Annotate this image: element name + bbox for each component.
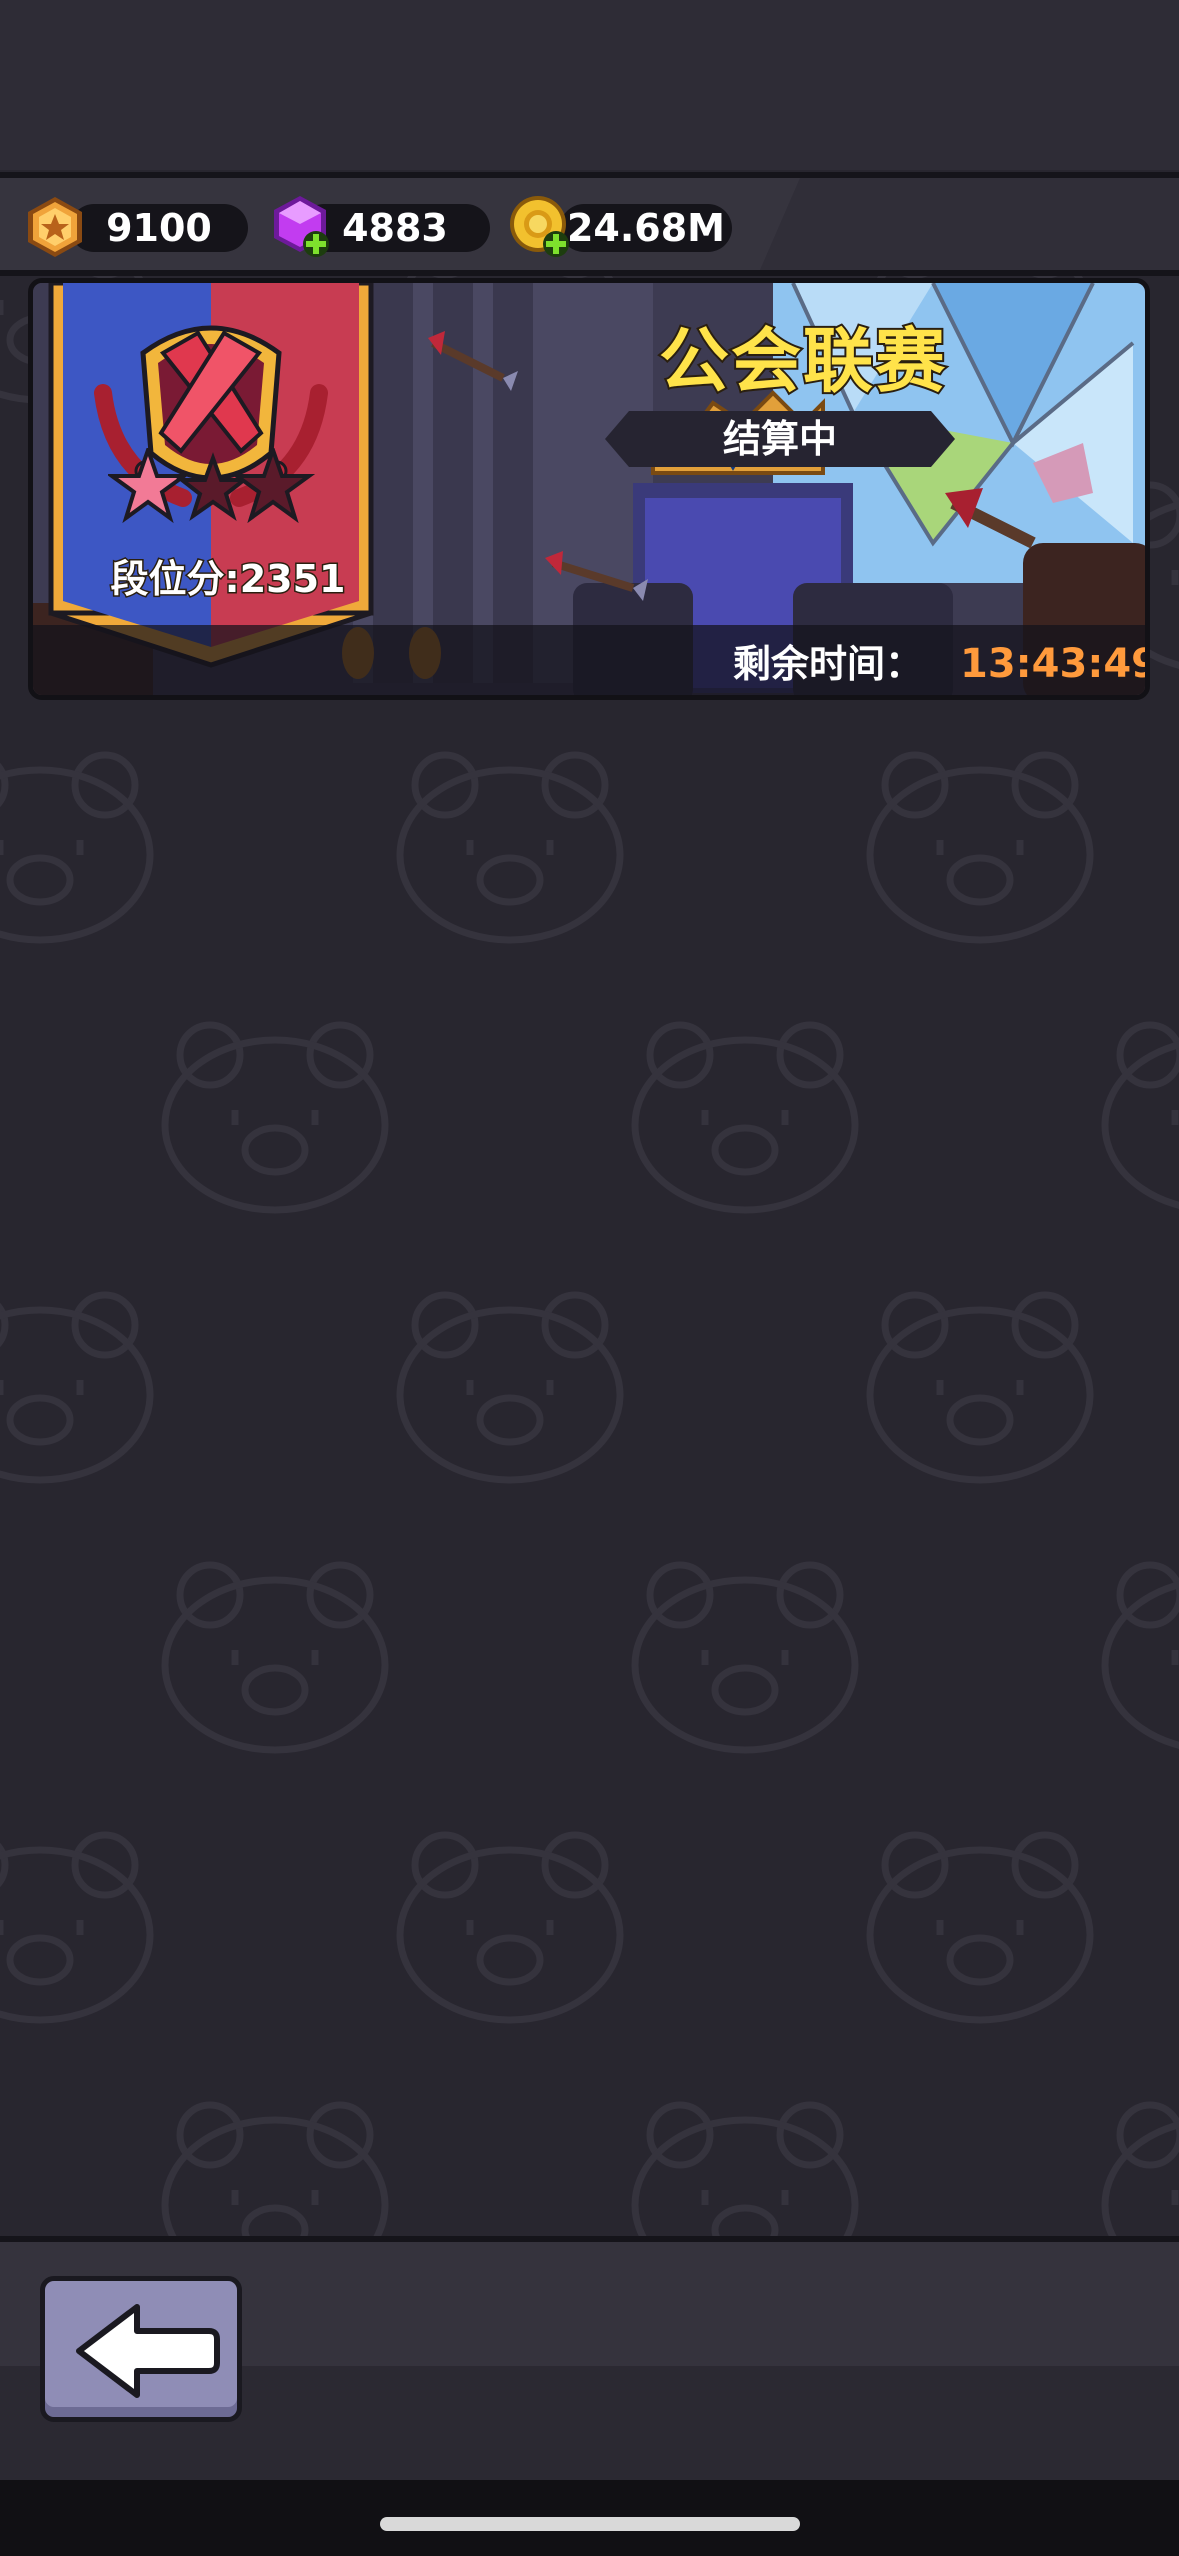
remaining-time-value: 13:43:49 <box>960 641 1150 687</box>
gold-coin-icon[interactable] <box>506 192 576 262</box>
bear-pattern-icon <box>866 1291 1094 1484</box>
medal-counter: 9100 <box>70 204 248 252</box>
guild-league-card[interactable]: 段位分:2351 公会联赛 结算中 剩余时间： 13:43:49 <box>28 278 1150 700</box>
bear-pattern-icon <box>161 1561 389 1754</box>
medal-icon <box>28 197 82 257</box>
bear-pattern-icon <box>866 1831 1094 2024</box>
bear-pattern-icon <box>866 751 1094 944</box>
bear-pattern-icon <box>1101 1561 1179 1749</box>
rank-stars <box>108 448 316 524</box>
back-button[interactable] <box>40 2276 242 2422</box>
resource-bar-slant <box>760 178 1179 270</box>
bear-pattern-icon <box>0 751 154 944</box>
bear-pattern-icon <box>631 1561 859 1754</box>
bear-pattern-icon <box>0 1291 154 1484</box>
purple-gem-icon[interactable] <box>266 192 336 262</box>
remaining-time-label: 剩余时间： <box>733 642 924 686</box>
bear-pattern-icon <box>396 1831 624 2024</box>
event-status: 结算中 <box>722 417 837 461</box>
bear-pattern-icon <box>161 1021 389 1214</box>
resource-bar: 9100 4883 24.68M <box>0 172 1179 276</box>
bear-pattern-icon <box>0 1831 154 2024</box>
bear-pattern-icon <box>396 751 624 944</box>
bear-pattern-icon <box>161 2101 389 2240</box>
bear-pattern-icon <box>396 1291 624 1484</box>
bear-pattern-icon <box>1101 1021 1179 1209</box>
coin-counter: 24.68M <box>560 204 732 252</box>
event-title: 公会联赛 <box>657 318 947 404</box>
top-safe-area <box>0 0 1179 170</box>
home-indicator[interactable] <box>380 2517 800 2531</box>
back-arrow-icon <box>76 2304 220 2398</box>
rank-score-label: 段位分:2351 <box>109 556 347 603</box>
bear-pattern-icon <box>1101 2101 1179 2240</box>
bear-pattern-icon <box>631 1021 859 1214</box>
bear-pattern-icon <box>631 2101 859 2240</box>
